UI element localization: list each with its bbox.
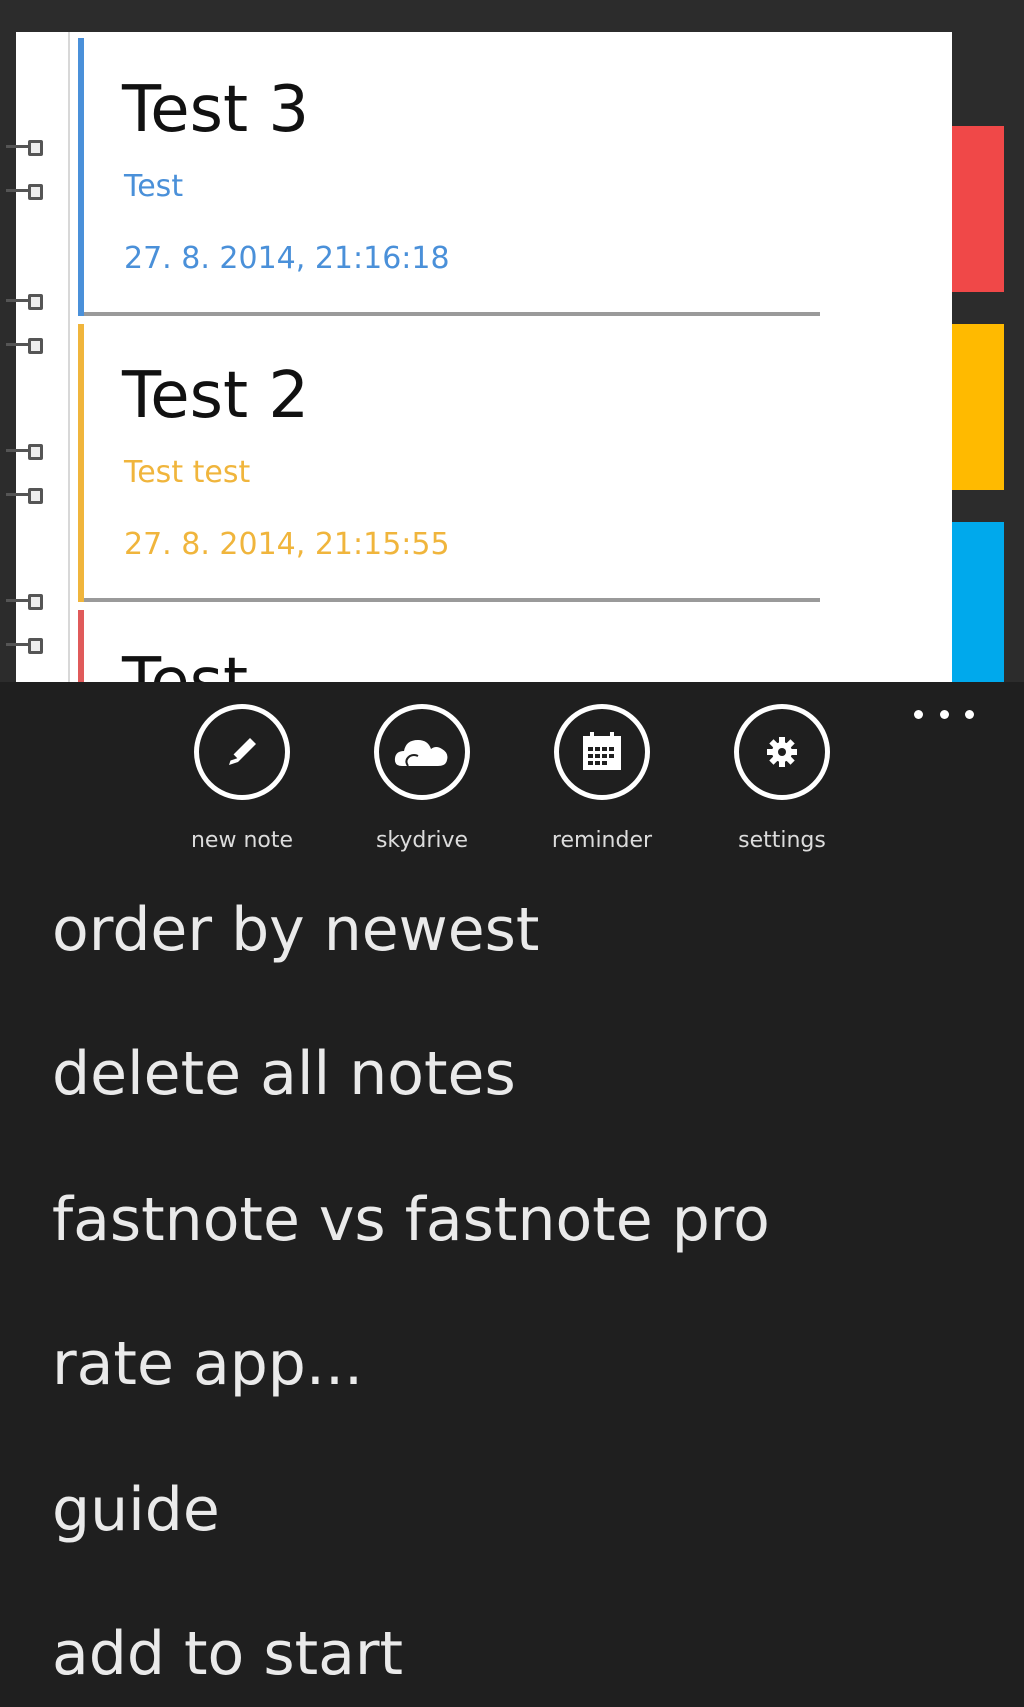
pencil-icon [229,738,256,765]
note-color-bar [78,610,84,682]
reminder-label: reminder [551,828,653,853]
note-body: Test [124,169,184,204]
note-item[interactable]: Test [78,610,818,682]
spiral-ring-icon [6,140,46,156]
spiral-ring-icon [6,184,46,200]
menu-item-delete-all-notes[interactable]: delete all notes [52,1044,516,1104]
binding-line [68,32,70,682]
note-item[interactable]: Test 3 Test 27. 8. 2014, 21:16:18 [78,38,820,316]
settings-button[interactable]: settings [712,704,852,852]
spiral-ring-icon [6,444,46,460]
category-tab-red[interactable] [952,126,1004,292]
calendar-icon [583,732,621,770]
spiral-ring-icon [6,294,46,310]
menu-item-rate-app[interactable]: rate app... [52,1334,363,1394]
cloud-icon [394,740,448,767]
reminder-button[interactable]: reminder [532,704,672,852]
note-item[interactable]: Test 2 Test test 27. 8. 2014, 21:15:55 [78,324,820,602]
spiral-ring-icon [6,338,46,354]
application-bar: new note skydrive reminder settings orde… [0,682,1024,1707]
menu-item-add-to-start[interactable]: add to start [52,1624,403,1684]
menu-item-fastnote-vs-pro[interactable]: fastnote vs fastnote pro [52,1190,770,1250]
settings-label: settings [738,828,826,853]
note-body: Test test [124,455,251,490]
note-divider [84,598,820,602]
note-color-bar [78,324,84,602]
note-divider [84,312,820,316]
spiral-ring-icon [6,638,46,654]
menu-item-order-by-newest[interactable]: order by newest [52,900,539,960]
note-title: Test [122,645,249,682]
notebook-view: Test 3 Test 27. 8. 2014, 21:16:18 Test 2… [0,0,1024,682]
category-tab-blue[interactable] [952,522,1004,682]
skydrive-label: skydrive [375,828,469,853]
category-tab-yellow[interactable] [952,324,1004,490]
new-note-label: new note [190,828,294,853]
spiral-ring-icon [6,488,46,504]
note-date: 27. 8. 2014, 21:16:18 [124,241,450,276]
note-date: 27. 8. 2014, 21:15:55 [124,527,450,562]
notebook-paper: Test 3 Test 27. 8. 2014, 21:16:18 Test 2… [6,32,952,682]
spiral-ring-icon [6,594,46,610]
skydrive-button[interactable]: skydrive [352,704,492,852]
more-options-icon[interactable] [914,706,974,722]
note-color-bar [78,38,84,316]
menu-item-guide[interactable]: guide [52,1480,220,1540]
new-note-button[interactable]: new note [172,704,312,852]
gear-icon [767,737,797,767]
note-title: Test 2 [122,359,310,433]
note-title: Test 3 [122,73,310,147]
